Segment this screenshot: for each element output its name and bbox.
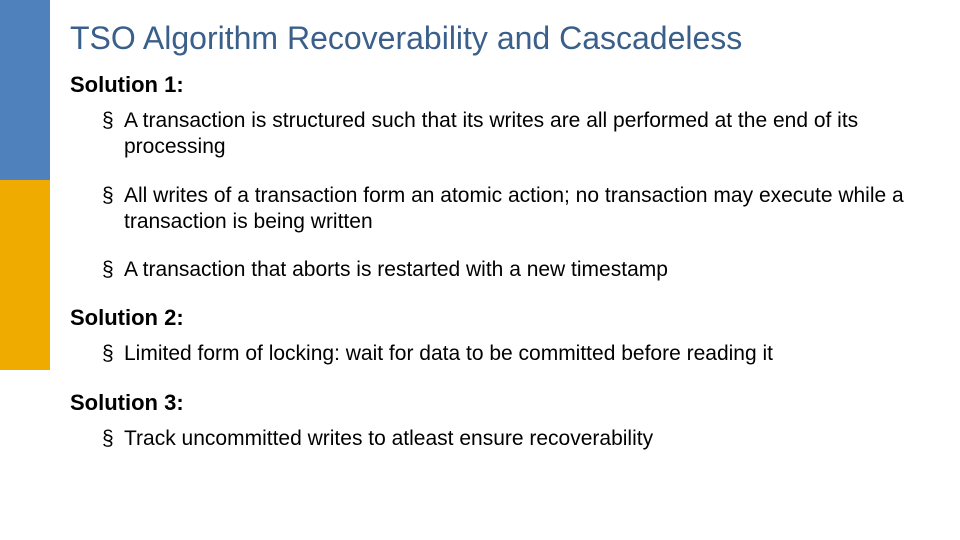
bullets-solution-3: Track uncommitted writes to atleast ensu… [70, 426, 930, 452]
bullet-item: A transaction that aborts is restarted w… [102, 257, 930, 283]
bullet-item: Limited form of locking: wait for data t… [102, 341, 930, 367]
side-stripe-white [0, 370, 50, 540]
side-stripe-yellow [0, 180, 50, 370]
heading-solution-3: Solution 3: [70, 390, 930, 416]
bullet-item: A transaction is structured such that it… [102, 108, 930, 161]
heading-solution-1: Solution 1: [70, 72, 930, 98]
slide-content: TSO Algorithm Recoverability and Cascade… [50, 0, 960, 540]
side-stripe-blue [0, 0, 50, 180]
bullet-item: All writes of a transaction form an atom… [102, 183, 930, 236]
slide-title: TSO Algorithm Recoverability and Cascade… [70, 18, 930, 58]
bullet-item: Track uncommitted writes to atleast ensu… [102, 426, 930, 452]
bullets-solution-2: Limited form of locking: wait for data t… [70, 341, 930, 367]
bullets-solution-1: A transaction is structured such that it… [70, 108, 930, 283]
heading-solution-2: Solution 2: [70, 305, 930, 331]
